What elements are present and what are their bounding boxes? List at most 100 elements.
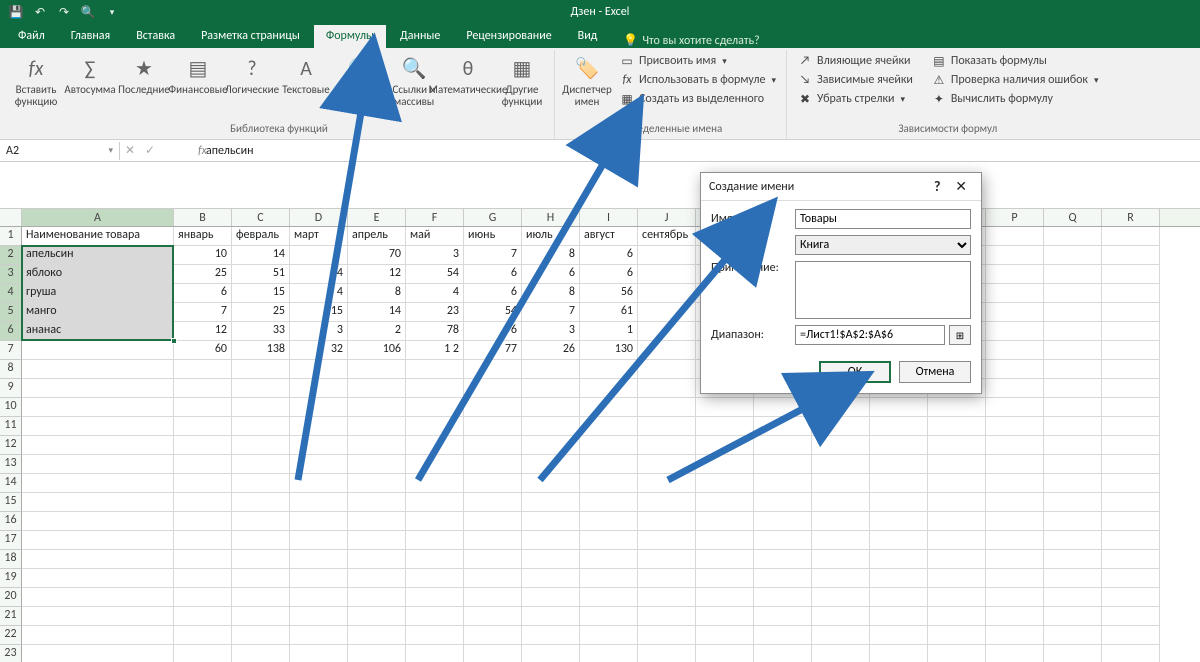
cell-N14[interactable] <box>870 474 928 493</box>
logical-button[interactable]: ?Логические <box>226 52 278 96</box>
cell-D21[interactable] <box>290 607 348 626</box>
cell-G7[interactable]: 77 <box>464 341 522 360</box>
cell-F4[interactable]: 4 <box>406 284 464 303</box>
cell-N23[interactable] <box>870 645 928 662</box>
cell-E5[interactable]: 14 <box>348 303 406 322</box>
tab-данные[interactable]: Данные <box>388 25 452 48</box>
cell-K23[interactable] <box>696 645 754 662</box>
cell-D1[interactable]: март <box>290 227 348 246</box>
save-icon[interactable]: 💾 <box>6 2 26 22</box>
cell-J18[interactable] <box>638 550 696 569</box>
recent-button[interactable]: ★Последние <box>118 52 170 96</box>
tab-вид[interactable]: Вид <box>566 25 610 48</box>
cell-A6[interactable]: ананас <box>22 322 174 341</box>
cell-J22[interactable] <box>638 626 696 645</box>
cell-C1[interactable]: февраль <box>232 227 290 246</box>
cell-J16[interactable] <box>638 512 696 531</box>
cell-P10[interactable] <box>986 398 1044 417</box>
row-header-15[interactable]: 15 <box>0 493 22 512</box>
cell-F14[interactable] <box>406 474 464 493</box>
cell-R17[interactable] <box>1102 531 1160 550</box>
cell-Q3[interactable] <box>1044 265 1102 284</box>
cell-Q17[interactable] <box>1044 531 1102 550</box>
cell-O22[interactable] <box>928 626 986 645</box>
cell-R11[interactable] <box>1102 417 1160 436</box>
cell-R13[interactable] <box>1102 455 1160 474</box>
cell-G15[interactable] <box>464 493 522 512</box>
cell-G2[interactable]: 7 <box>464 246 522 265</box>
tell-me[interactable]: 💡 Что вы хотите сделать? <box>623 33 759 48</box>
cell-Q7[interactable] <box>1044 341 1102 360</box>
cell-J13[interactable] <box>638 455 696 474</box>
cell-C23[interactable] <box>232 645 290 662</box>
cell-G5[interactable]: 54 <box>464 303 522 322</box>
row-header-14[interactable]: 14 <box>0 474 22 493</box>
cell-F20[interactable] <box>406 588 464 607</box>
cell-C2[interactable]: 14 <box>232 246 290 265</box>
cell-H17[interactable] <box>522 531 580 550</box>
cell-P16[interactable] <box>986 512 1044 531</box>
cell-C13[interactable] <box>232 455 290 474</box>
row-header-22[interactable]: 22 <box>0 626 22 645</box>
cell-A23[interactable] <box>22 645 174 662</box>
cell-J10[interactable] <box>638 398 696 417</box>
cell-D17[interactable] <box>290 531 348 550</box>
cell-K15[interactable] <box>696 493 754 512</box>
cell-E3[interactable]: 12 <box>348 265 406 284</box>
financial-button[interactable]: ▤Финансовые <box>172 52 224 96</box>
cell-H16[interactable] <box>522 512 580 531</box>
qat-dropdown-icon[interactable]: ▾ <box>102 2 122 22</box>
cell-C3[interactable]: 51 <box>232 265 290 284</box>
cell-J17[interactable] <box>638 531 696 550</box>
cancel-icon[interactable]: ✕ <box>120 143 140 158</box>
formula-input[interactable]: апельсин <box>198 142 1200 160</box>
cell-F13[interactable] <box>406 455 464 474</box>
cell-A18[interactable] <box>22 550 174 569</box>
cell-I2[interactable]: 6 <box>580 246 638 265</box>
cell-H10[interactable] <box>522 398 580 417</box>
cell-J6[interactable] <box>638 322 696 341</box>
cell-E9[interactable] <box>348 379 406 398</box>
cell-B16[interactable] <box>174 512 232 531</box>
cell-E11[interactable] <box>348 417 406 436</box>
cell-O11[interactable] <box>928 417 986 436</box>
cell-H1[interactable]: июль <box>522 227 580 246</box>
cell-R4[interactable] <box>1102 284 1160 303</box>
cell-G22[interactable] <box>464 626 522 645</box>
row-header-17[interactable]: 17 <box>0 531 22 550</box>
cell-H23[interactable] <box>522 645 580 662</box>
cell-O12[interactable] <box>928 436 986 455</box>
row-header-16[interactable]: 16 <box>0 512 22 531</box>
cell-Q9[interactable] <box>1044 379 1102 398</box>
cell-D19[interactable] <box>290 569 348 588</box>
row-header-18[interactable]: 18 <box>0 550 22 569</box>
cell-R5[interactable] <box>1102 303 1160 322</box>
cell-G6[interactable]: 6 <box>464 322 522 341</box>
cell-F3[interactable]: 54 <box>406 265 464 284</box>
cell-N11[interactable] <box>870 417 928 436</box>
cell-E1[interactable]: апрель <box>348 227 406 246</box>
cell-A17[interactable] <box>22 531 174 550</box>
cell-Q21[interactable] <box>1044 607 1102 626</box>
cell-K10[interactable] <box>696 398 754 417</box>
cell-D6[interactable]: 3 <box>290 322 348 341</box>
cell-Q18[interactable] <box>1044 550 1102 569</box>
cell-D4[interactable]: 4 <box>290 284 348 303</box>
cancel-button[interactable]: Отмена <box>899 361 971 383</box>
trace-dependents-button[interactable]: ↘Зависимые ячейки <box>793 71 917 89</box>
cell-P8[interactable] <box>986 360 1044 379</box>
tab-вставка[interactable]: Вставка <box>124 25 187 48</box>
cell-F1[interactable]: май <box>406 227 464 246</box>
cell-N15[interactable] <box>870 493 928 512</box>
cell-L11[interactable] <box>754 417 812 436</box>
cell-C5[interactable]: 25 <box>232 303 290 322</box>
cell-H21[interactable] <box>522 607 580 626</box>
cell-A20[interactable] <box>22 588 174 607</box>
cell-H3[interactable]: 6 <box>522 265 580 284</box>
col-header-J[interactable]: J <box>638 209 696 226</box>
row-header-6[interactable]: 6 <box>0 322 22 341</box>
row-header-3[interactable]: 3 <box>0 265 22 284</box>
cell-F21[interactable] <box>406 607 464 626</box>
cell-R15[interactable] <box>1102 493 1160 512</box>
cell-C4[interactable]: 15 <box>232 284 290 303</box>
